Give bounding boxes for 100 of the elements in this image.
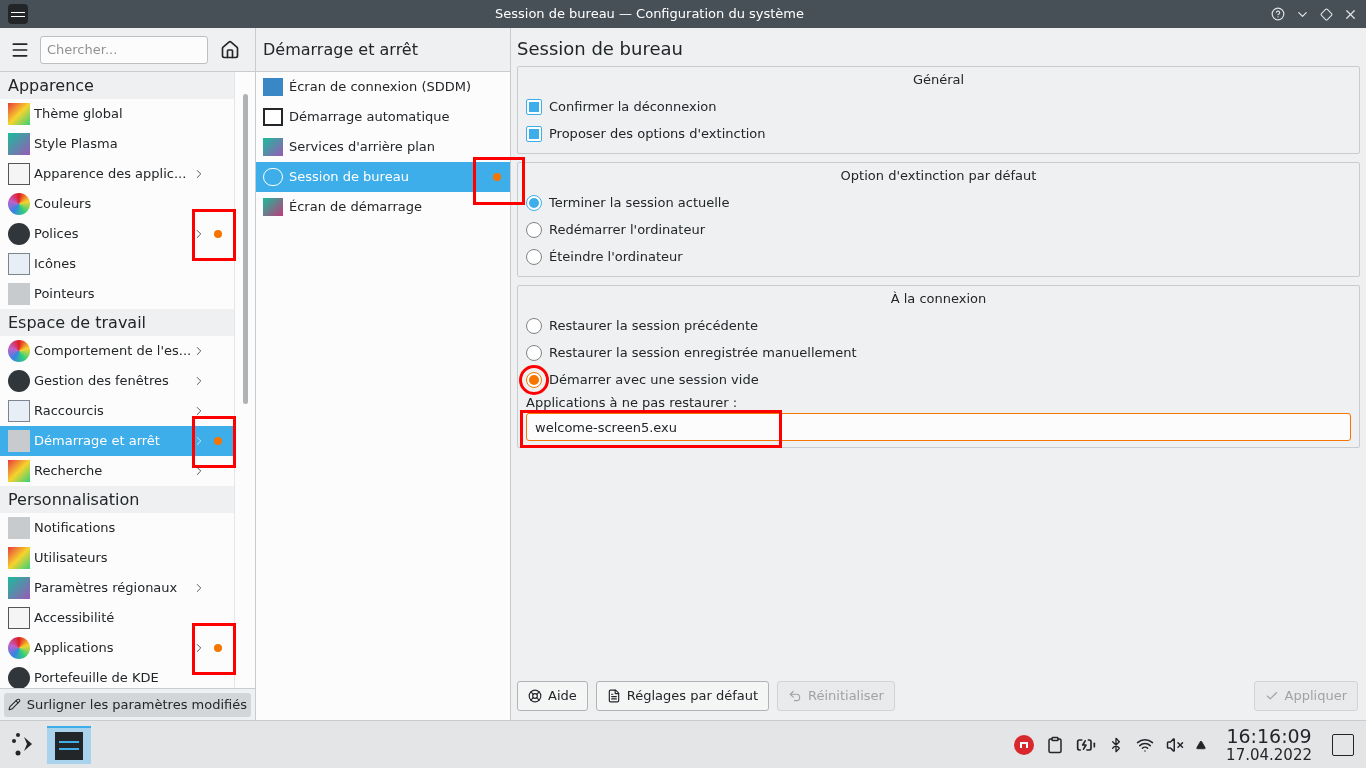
- item-label: Apparence des applic...: [34, 165, 187, 184]
- radio-button[interactable]: [526, 221, 542, 238]
- sidebar-item[interactable]: Utilisateurs: [0, 543, 234, 573]
- sidebar-item[interactable]: Style Plasma: [0, 129, 234, 159]
- sidebar-item[interactable]: Accessibilité: [0, 603, 234, 633]
- sidebar-item[interactable]: Comportement de l'es...: [0, 336, 234, 366]
- item-label: Écran de connexion (SDDM): [289, 78, 472, 97]
- category-icon: [8, 103, 30, 125]
- clock-date[interactable]: 17.04.2022: [1226, 747, 1312, 763]
- item-label: Comportement de l'es...: [34, 342, 192, 361]
- radio-button[interactable]: [526, 194, 542, 211]
- sidebar-item[interactable]: Applications: [0, 633, 234, 663]
- pencil-icon: [8, 697, 21, 712]
- module-icon: [263, 78, 283, 96]
- group-title: À la connexion: [889, 290, 988, 309]
- category-icon: [8, 163, 30, 185]
- radio-button[interactable]: [526, 344, 542, 361]
- item-label: Accessibilité: [34, 609, 115, 628]
- action-button[interactable]: Réglages par défaut: [595, 681, 770, 711]
- help-icon[interactable]: [1271, 7, 1285, 21]
- category-icon: [8, 667, 30, 688]
- item-label: Icônes: [34, 255, 76, 274]
- item-label: Écran de démarrage: [289, 198, 422, 217]
- text-field[interactable]: welcome-screen5.exu: [526, 413, 1351, 441]
- sidebar-item[interactable]: Raccourcis: [0, 396, 234, 426]
- annotation-frame: [192, 209, 236, 261]
- sidebar-item[interactable]: Portefeuille de KDE: [0, 663, 234, 688]
- app-icon: [55, 731, 83, 760]
- lifebuoy-icon: [528, 689, 542, 703]
- category-icon: [8, 193, 30, 215]
- item-label: Style Plasma: [34, 135, 118, 154]
- checkbox[interactable]: [526, 98, 542, 115]
- checkbox[interactable]: [526, 125, 542, 142]
- item-label: Couleurs: [34, 195, 92, 214]
- item-label: Services d'arrière plan: [289, 138, 436, 157]
- annotation-frame: [192, 416, 236, 468]
- group-title: Général: [911, 71, 966, 90]
- expand-tray-icon[interactable]: [1196, 739, 1207, 750]
- group-title: Option d'extinction par défaut: [839, 167, 1038, 186]
- clipboard-icon[interactable]: [1046, 735, 1065, 754]
- maximize-icon[interactable]: [1320, 7, 1333, 21]
- item-label: Raccourcis: [34, 402, 104, 421]
- sidebar-item[interactable]: Couleurs: [0, 189, 234, 219]
- category-icon: [8, 547, 30, 569]
- radio-button[interactable]: [526, 317, 542, 334]
- task-button[interactable]: [47, 725, 91, 764]
- item-label: Thème global: [34, 105, 123, 124]
- annotation-frame: [473, 157, 525, 205]
- module-icon: [263, 198, 283, 216]
- sidebar-item[interactable]: Apparence des applic...: [0, 159, 234, 189]
- sidebar-item[interactable]: Polices: [0, 219, 234, 249]
- module-item[interactable]: Écran de démarrage: [256, 192, 510, 222]
- item-label: Recherche: [34, 462, 103, 481]
- category-icon: [8, 400, 30, 422]
- module-icon: [263, 108, 283, 126]
- mega-icon[interactable]: [1014, 734, 1035, 755]
- check-icon: [1264, 689, 1279, 703]
- search-field[interactable]: Chercher...: [40, 35, 208, 64]
- muted-volume-icon[interactable]: [1166, 735, 1185, 754]
- page-title: Session de bureau: [517, 36, 684, 61]
- category-icon: [8, 637, 30, 659]
- module-item[interactable]: Écran de connexion (SDDM): [256, 72, 510, 102]
- item-label: Notifications: [34, 519, 116, 538]
- sidebar-item[interactable]: Gestion des fenêtres: [0, 366, 234, 396]
- sidebar-item[interactable]: Icônes: [0, 249, 234, 279]
- module-item[interactable]: Services d'arrière plan: [256, 132, 510, 162]
- item-label: Applications: [34, 639, 114, 658]
- module-item[interactable]: Démarrage automatique: [256, 102, 510, 132]
- window-title: Session de bureau — Configuration du système: [493, 5, 806, 24]
- field-label: Applications à ne pas restaurer :: [526, 394, 738, 413]
- item-label: Démarrage automatique: [289, 108, 450, 127]
- clock-time[interactable]: 16:16:09: [1226, 726, 1312, 746]
- category-icon: [8, 517, 30, 539]
- action-button[interactable]: Aide: [517, 681, 588, 711]
- item-label: Paramètres régionaux: [34, 579, 178, 598]
- module-icon: [263, 138, 283, 156]
- item-label: Pointeurs: [34, 285, 95, 304]
- category-icon: [8, 607, 30, 629]
- radio-button[interactable]: [526, 248, 542, 265]
- item-label: Gestion des fenêtres: [34, 372, 169, 391]
- category-icon: [8, 577, 30, 599]
- document-icon: [606, 689, 621, 703]
- sidebar-item[interactable]: Thème global: [0, 99, 234, 129]
- item-label: Polices: [34, 225, 79, 244]
- category-icon: [8, 460, 30, 482]
- sidebar-item[interactable]: Pointeurs: [0, 279, 234, 309]
- sidebar-item[interactable]: Notifications: [0, 513, 234, 543]
- category-icon: [8, 370, 30, 392]
- item-label: Démarrage et arrêt: [34, 432, 160, 451]
- sidebar-item[interactable]: Paramètres régionaux: [0, 573, 234, 603]
- item-label: Utilisateurs: [34, 549, 108, 568]
- highlight-changes-button[interactable]: Surligner les paramètres modifiés: [4, 692, 251, 717]
- home-icon[interactable]: [220, 39, 240, 60]
- app-icon: [8, 4, 28, 24]
- category-icon: [8, 283, 30, 305]
- show-desktop-icon[interactable]: [1332, 733, 1354, 756]
- category-icon: [8, 223, 30, 245]
- sidebar-item[interactable]: Recherche: [0, 456, 234, 486]
- category-icon: [8, 340, 30, 362]
- category-icon: [8, 430, 30, 452]
